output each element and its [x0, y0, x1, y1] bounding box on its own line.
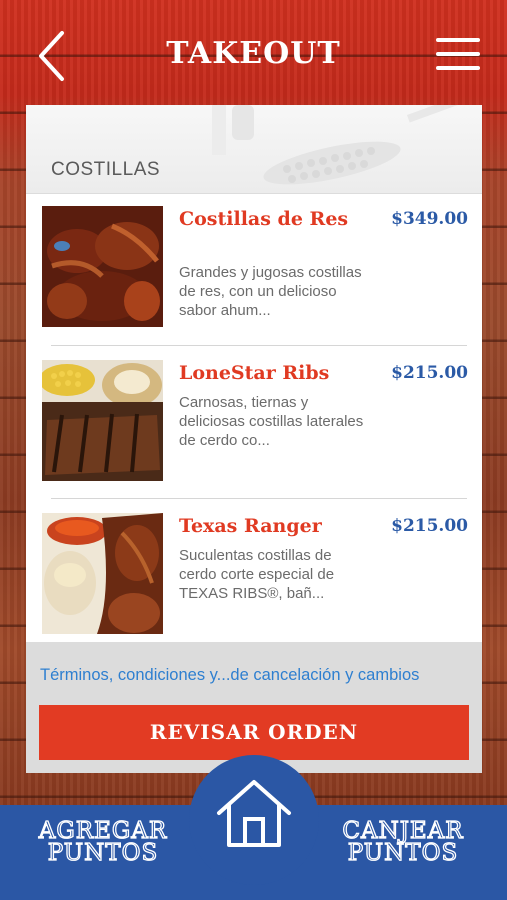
- item-name: Costillas de Res: [179, 208, 349, 230]
- item-image: [42, 513, 163, 634]
- menu-item-costillas-de-res[interactable]: Costillas de Res $349.00 Grandes y jugos…: [41, 195, 468, 335]
- hamburger-menu-icon[interactable]: [436, 38, 480, 72]
- add-points-button[interactable]: AGREGAR PUNTOS: [18, 819, 188, 865]
- home-icon: [217, 780, 291, 847]
- item-price: $215.00: [391, 516, 468, 536]
- item-divider: [51, 345, 467, 346]
- terms-link[interactable]: Términos, condiciones y...de cancelación…: [40, 666, 419, 685]
- menu-item-texas-ranger[interactable]: Texas Ranger $215.00 Suculentas costilla…: [41, 502, 468, 642]
- item-image: [42, 206, 163, 327]
- item-description: Grandes y jugosas costillas de res, con …: [179, 264, 362, 319]
- item-description: Carnosas, tiernas y deliciosas costillas…: [179, 394, 364, 449]
- item-price: $215.00: [391, 363, 468, 383]
- page-title: TAKEOUT: [166, 36, 341, 71]
- menu-card: COSTILLAS Costillas de Res $349.00 Grand…: [26, 105, 482, 773]
- home-button[interactable]: [189, 755, 319, 885]
- redeem-points-button[interactable]: CANJEAR PUNTOS: [318, 819, 488, 865]
- item-image: [42, 360, 163, 481]
- review-order-button[interactable]: REVISAR ORDEN: [39, 705, 469, 760]
- menu-item-lonestar-ribs[interactable]: LoneStar Ribs $215.00 Carnosas, tiernas …: [41, 349, 468, 489]
- app-header: TAKEOUT: [0, 0, 507, 110]
- order-footer: Términos, condiciones y...de cancelación…: [26, 642, 482, 773]
- section-title: COSTILLAS: [51, 159, 161, 180]
- item-name: LoneStar Ribs: [179, 362, 330, 384]
- corn-decoration-icon: [212, 105, 476, 185]
- item-divider: [51, 498, 467, 499]
- item-description: Suculentas costillas de cerdo corte espe…: [179, 547, 335, 602]
- item-name: Texas Ranger: [179, 515, 322, 537]
- item-price: $349.00: [391, 209, 468, 229]
- section-header: COSTILLAS: [26, 105, 482, 194]
